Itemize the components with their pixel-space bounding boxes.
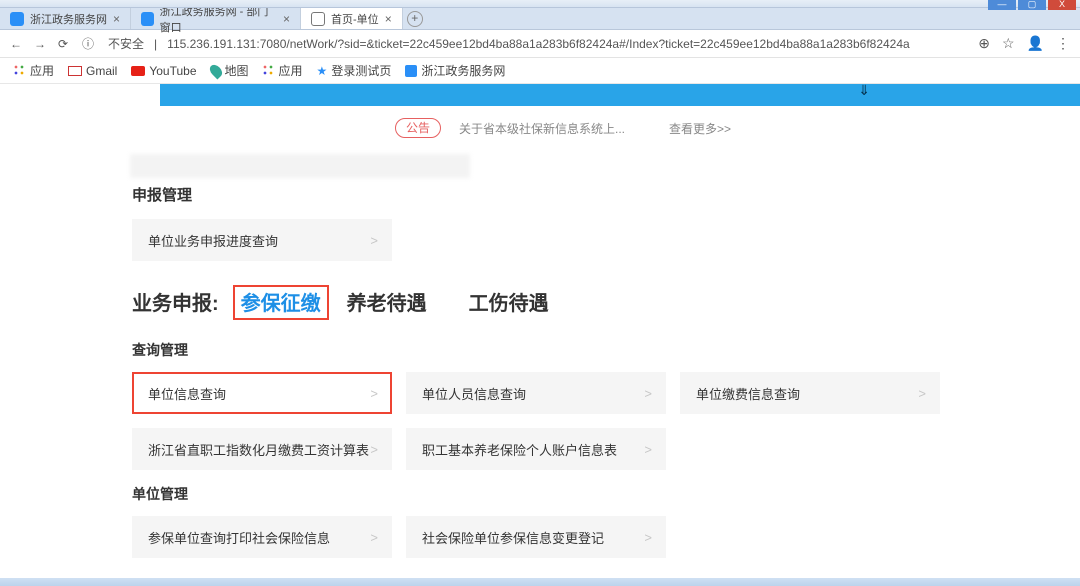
chevron-right-icon: > xyxy=(644,530,652,545)
notice-text[interactable]: 关于省本级社保新信息系统上... xyxy=(459,120,625,137)
chevron-right-icon: > xyxy=(644,442,652,457)
page-banner: ⇓ xyxy=(160,84,1080,106)
map-pin-icon xyxy=(207,62,224,79)
window-maximize[interactable]: ▢ xyxy=(1018,0,1046,10)
tile-unit-info-query[interactable]: 单位信息查询 > xyxy=(132,372,392,414)
new-tab-button[interactable]: + xyxy=(403,8,427,29)
insecure-icon[interactable]: ⓘ xyxy=(82,35,94,52)
bookmark-maps[interactable]: 地图 xyxy=(211,62,249,79)
tile-label: 单位信息查询 xyxy=(148,384,226,403)
profile-avatar-icon[interactable]: 👤 xyxy=(1027,35,1044,52)
bookmark-label: 浙江政务服务网 xyxy=(421,62,505,79)
chevron-right-icon: > xyxy=(370,233,378,248)
section-title-report: 申报管理 xyxy=(132,184,950,205)
chevron-right-icon: > xyxy=(918,386,926,401)
favicon-icon xyxy=(311,12,325,26)
section-title-query: 查询管理 xyxy=(132,340,950,360)
bookmark-apps[interactable]: 应用 xyxy=(14,62,54,79)
plus-icon: + xyxy=(407,11,423,27)
chevron-right-icon: > xyxy=(644,386,652,401)
tab-close-icon[interactable]: × xyxy=(385,12,392,26)
bookmark-label: 地图 xyxy=(225,62,249,79)
banner-arrow-icon: ⇓ xyxy=(858,84,870,99)
chevron-right-icon: > xyxy=(370,530,378,545)
category-tab-insurance[interactable]: 参保征缴 xyxy=(233,285,329,320)
bookmark-youtube[interactable]: YouTube xyxy=(131,64,196,78)
window-minimize[interactable]: — xyxy=(988,0,1016,10)
gmail-icon xyxy=(68,66,82,76)
category-lead: 业务申报: xyxy=(132,287,219,316)
site-icon xyxy=(405,65,417,77)
section-title-unit-mgmt: 单位管理 xyxy=(132,484,950,504)
tile-insured-unit-print[interactable]: 参保单位查询打印社会保险信息 > xyxy=(132,516,392,558)
tile-label: 职工基本养老保险个人账户信息表 xyxy=(422,440,617,459)
apps-grid-icon xyxy=(14,65,26,77)
redacted-area xyxy=(130,154,470,178)
notice-more-link[interactable]: 查看更多>> xyxy=(669,120,731,137)
nav-reload-icon[interactable]: ⟳ xyxy=(58,37,72,51)
favicon-icon xyxy=(10,12,24,26)
browser-tab-2[interactable]: 首页-单位 × xyxy=(301,8,403,29)
insecure-label: 不安全 xyxy=(108,35,144,52)
notice-bar: 公告 关于省本级社保新信息系统上... 查看更多>> xyxy=(395,118,731,138)
nav-back-icon[interactable]: ← xyxy=(10,37,24,51)
bookmarks-bar: 应用 Gmail YouTube 地图 应用 ★登录测试页 浙江政务服务网 xyxy=(0,58,1080,84)
tile-unit-payment-query[interactable]: 单位缴费信息查询 > xyxy=(680,372,940,414)
star-icon: ★ xyxy=(317,64,328,78)
separator: | xyxy=(154,37,157,51)
bookmark-label: 登录测试页 xyxy=(331,62,391,79)
tile-insurance-info-change[interactable]: 社会保险单位参保信息变更登记 > xyxy=(406,516,666,558)
category-tabs: 业务申报: 参保征缴 养老待遇 工伤待遇 xyxy=(132,285,950,320)
notice-badge: 公告 xyxy=(395,118,441,138)
window-close[interactable]: X xyxy=(1048,0,1076,10)
tile-report-progress[interactable]: 单位业务申报进度查询 > xyxy=(132,219,392,261)
tile-wage-index-table[interactable]: 浙江省直职工指数化月缴费工资计算表 > xyxy=(132,428,392,470)
tile-label: 单位业务申报进度查询 xyxy=(148,231,278,250)
url-field[interactable]: 115.236.191.131:7080/netWork/?sid=&ticke… xyxy=(167,37,968,51)
tile-unit-personnel-query[interactable]: 单位人员信息查询 > xyxy=(406,372,666,414)
kebab-menu-icon[interactable]: ⋮ xyxy=(1056,35,1070,52)
favicon-icon xyxy=(141,12,154,26)
bookmark-zj-gov[interactable]: 浙江政务服务网 xyxy=(405,62,505,79)
bookmark-star-icon[interactable]: ☆ xyxy=(1002,35,1015,52)
tab-close-icon[interactable]: × xyxy=(113,12,120,26)
bookmark-gmail[interactable]: Gmail xyxy=(68,64,117,78)
tile-label: 单位人员信息查询 xyxy=(422,384,526,403)
zoom-icon[interactable]: ⊕ xyxy=(978,35,990,52)
bookmark-apps-2[interactable]: 应用 xyxy=(263,62,303,79)
tile-pension-account-info[interactable]: 职工基本养老保险个人账户信息表 > xyxy=(406,428,666,470)
tile-label: 单位缴费信息查询 xyxy=(696,384,800,403)
category-tab-injury[interactable]: 工伤待遇 xyxy=(469,287,549,316)
bookmark-label: Gmail xyxy=(86,64,117,78)
youtube-icon xyxy=(131,66,145,76)
tile-label: 参保单位查询打印社会保险信息 xyxy=(148,528,330,547)
os-taskbar xyxy=(0,578,1080,586)
chevron-right-icon: > xyxy=(370,386,378,401)
tile-label: 浙江省直职工指数化月缴费工资计算表 xyxy=(148,440,369,459)
bookmark-login-test[interactable]: ★登录测试页 xyxy=(317,62,392,79)
nav-forward-icon[interactable]: → xyxy=(34,37,48,51)
bookmark-label: YouTube xyxy=(149,64,196,78)
browser-tab-0[interactable]: 浙江政务服务网 × xyxy=(0,8,131,29)
tab-title: 浙江政务服务网 xyxy=(30,11,107,27)
tab-close-icon[interactable]: × xyxy=(283,12,290,26)
browser-tab-1[interactable]: 浙江政务服务网 - 部门窗口 × xyxy=(131,8,301,29)
tile-label: 社会保险单位参保信息变更登记 xyxy=(422,528,604,547)
apps-grid-icon xyxy=(263,65,275,77)
bookmark-label: 应用 xyxy=(279,62,303,79)
tab-title: 首页-单位 xyxy=(331,11,379,27)
category-tab-pension[interactable]: 养老待遇 xyxy=(347,287,427,316)
bookmark-label: 应用 xyxy=(30,62,54,79)
browser-tabstrip: 浙江政务服务网 × 浙江政务服务网 - 部门窗口 × 首页-单位 × + xyxy=(0,8,1080,30)
chevron-right-icon: > xyxy=(370,442,378,457)
